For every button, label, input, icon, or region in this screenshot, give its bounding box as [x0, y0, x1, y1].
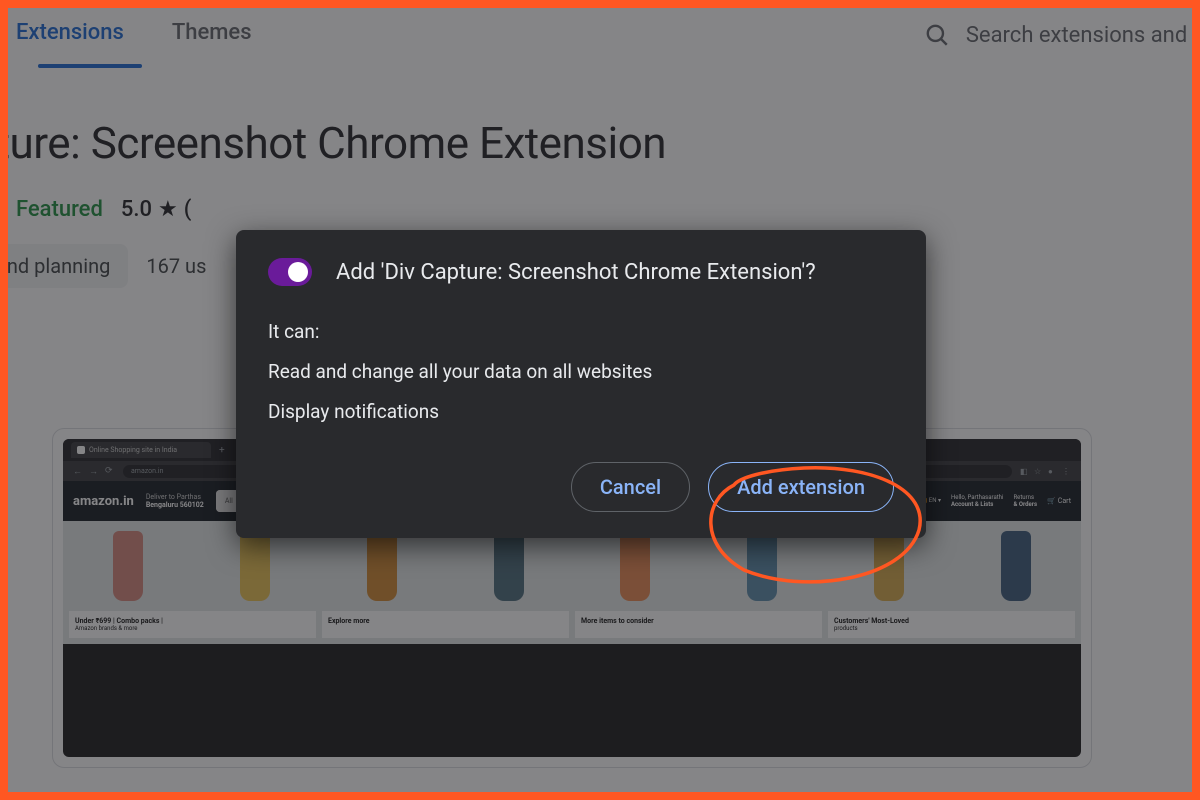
add-extension-button[interactable]: Add extension [708, 462, 894, 512]
permissions-label: It can: [268, 312, 894, 352]
dialog-title: Add 'Div Capture: Screenshot Chrome Exte… [336, 260, 816, 285]
permission-item: Read and change all your data on all web… [268, 352, 894, 392]
permission-item: Display notifications [268, 392, 894, 432]
dialog-header: Add 'Div Capture: Screenshot Chrome Exte… [268, 258, 894, 286]
cancel-button[interactable]: Cancel [571, 462, 690, 512]
extension-icon [268, 258, 312, 286]
install-permission-dialog: Add 'Div Capture: Screenshot Chrome Exte… [236, 230, 926, 538]
dialog-body: It can: Read and change all your data on… [268, 312, 894, 432]
dialog-actions: Cancel Add extension [268, 462, 894, 512]
